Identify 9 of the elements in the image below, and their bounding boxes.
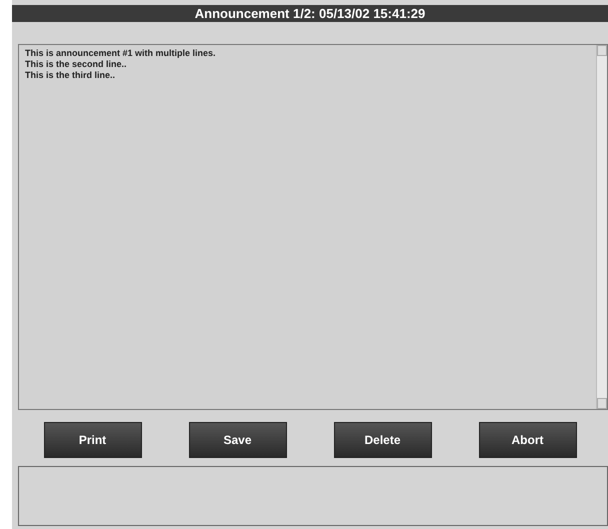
action-button[interactable]: Delete xyxy=(334,422,432,458)
message-line: This is the third line.. xyxy=(25,70,116,81)
action-button[interactable]: Save xyxy=(188,422,286,458)
window-title: Announcement 1/2: 05/13/02 15:41:29 xyxy=(12,5,608,22)
message-line: This is the second line.. xyxy=(25,59,128,70)
action-button[interactable]: Print xyxy=(44,422,142,458)
scrollbar[interactable] xyxy=(596,45,607,409)
message-line: This is announcement #1 with multiple lines. xyxy=(25,48,217,59)
action-button[interactable]: Abort xyxy=(478,422,576,458)
